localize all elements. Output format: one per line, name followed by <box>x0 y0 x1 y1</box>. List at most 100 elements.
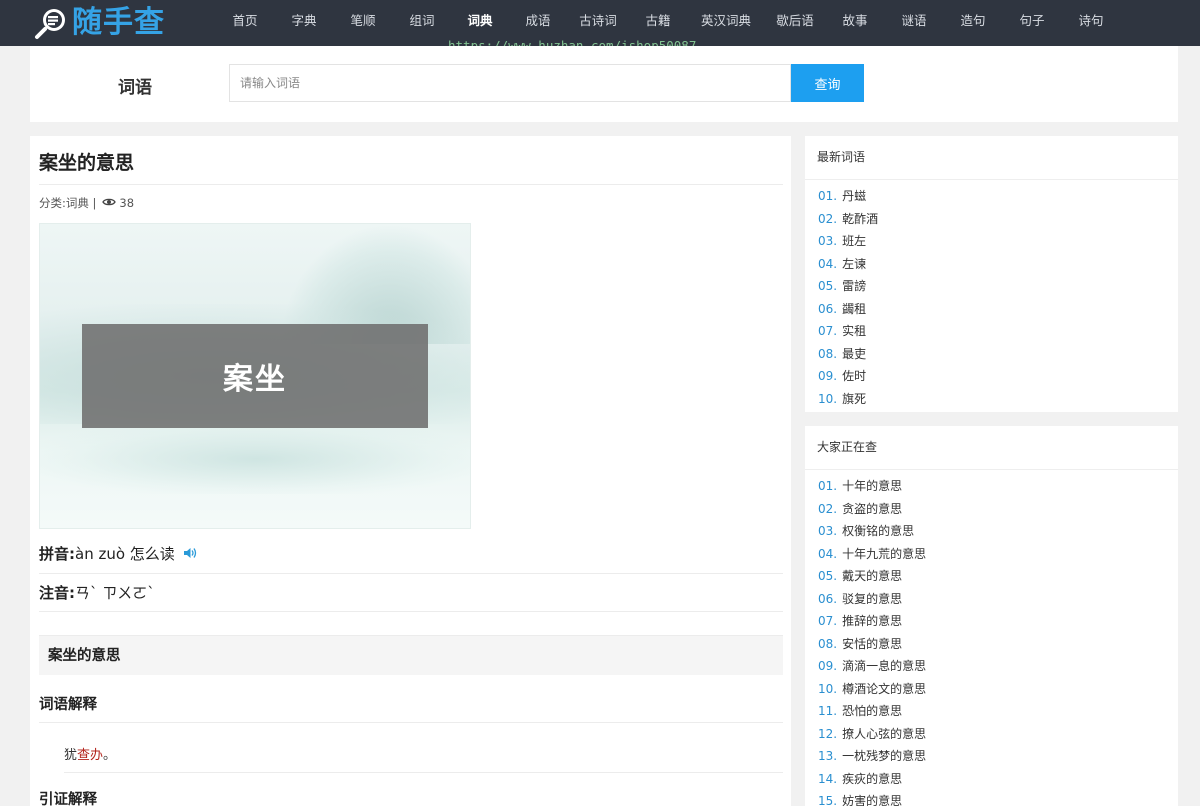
list-item-text: 滴滴一息的意思 <box>842 659 927 673</box>
nav-item[interactable]: 英汉词典 <box>687 0 765 46</box>
list-item-text: 贪盗的意思 <box>842 501 903 516</box>
list-item-number: 13. <box>818 749 838 763</box>
list-item[interactable]: 07. 推辞的意思 <box>805 610 1178 633</box>
list-item[interactable]: 06. 驳复的意思 <box>805 588 1178 611</box>
nav-item[interactable]: 歇后语 <box>765 0 825 46</box>
list-item-number: 15. <box>818 794 838 806</box>
list-item-text: 一枕残梦的意思 <box>842 749 927 763</box>
category-label: 分类:词典 | <box>39 196 97 210</box>
popular-searches-panel: 大家正在查 01. 十年的意思 02. 贪盗的意思 03. 权衡铭的意思 04. 十年九荒的意… <box>805 426 1178 806</box>
search-label: 词语 <box>118 78 152 98</box>
list-item-text: 妨害的意思 <box>842 794 903 806</box>
list-item[interactable]: 06. 蠲租 <box>805 298 1178 321</box>
search-panel: 词语 查询 <box>30 46 1178 122</box>
nav-item[interactable]: 首页 <box>215 0 275 46</box>
list-item[interactable]: 05. 雷謗 <box>805 275 1178 298</box>
definition-prefix: 犹 <box>64 748 78 763</box>
nav-item[interactable]: 笔顺 <box>333 0 393 46</box>
list-item-text: 实租 <box>842 324 867 338</box>
list-item-text: 丹螆 <box>842 189 867 203</box>
popular-searches-title: 大家正在查 <box>805 426 1178 470</box>
hero-word: 案坐 <box>223 362 287 397</box>
divider <box>39 722 783 723</box>
latest-words-panel: 最新词语 01. 丹螆 02. 乾酢酒 03. 班左 04. 左谏 05. 雷謗 06. 蠲租 07. 实… <box>805 136 1178 412</box>
list-item-number: 02. <box>818 211 838 226</box>
list-item[interactable]: 02. 乾酢酒 <box>805 208 1178 231</box>
divider <box>39 184 783 185</box>
list-item[interactable]: 15. 妨害的意思 <box>805 790 1178 806</box>
list-item[interactable]: 01. 十年的意思 <box>805 475 1178 498</box>
divider <box>64 772 783 773</box>
list-item[interactable]: 10. 旗死 <box>805 388 1178 411</box>
article-meta: 分类:词典 | 38 <box>39 195 134 211</box>
pinyin-label: 拼音: <box>39 545 75 563</box>
list-item-text: 蠲租 <box>842 301 867 316</box>
list-item[interactable]: 04. 十年九荒的意思 <box>805 543 1178 566</box>
list-item-text: 十年九荒的意思 <box>842 546 927 561</box>
list-item[interactable]: 12. 撩人心弦的意思 <box>805 723 1178 746</box>
list-item-text: 旗死 <box>842 391 867 406</box>
list-item-text: 戴天的意思 <box>842 569 903 583</box>
list-item[interactable]: 01. 丹螆 <box>805 185 1178 208</box>
list-item-number: 05. <box>818 569 838 583</box>
explain-title: 词语解释 <box>39 697 97 713</box>
list-item[interactable]: 09. 滴滴一息的意思 <box>805 655 1178 678</box>
list-item-number: 10. <box>818 391 838 406</box>
list-item-text: 权衡铭的意思 <box>842 524 915 538</box>
list-item[interactable]: 09. 佐时 <box>805 365 1178 388</box>
nav-item[interactable]: 句子 <box>1003 0 1061 46</box>
list-item-number: 01. <box>818 189 838 203</box>
latest-words-list: 01. 丹螆 02. 乾酢酒 03. 班左 04. 左谏 05. 雷謗 06. 蠲租 07. 实租 08. 最… <box>805 180 1178 410</box>
nav-item[interactable]: 字典 <box>275 0 333 46</box>
list-item[interactable]: 02. 贪盗的意思 <box>805 498 1178 521</box>
list-item[interactable]: 07. 实租 <box>805 320 1178 343</box>
list-item-text: 安恬的意思 <box>842 636 903 651</box>
speaker-icon[interactable] <box>183 545 197 563</box>
list-item-number: 07. <box>818 614 838 628</box>
page-title: 案坐的意思 <box>39 152 135 174</box>
list-item-number: 14. <box>818 771 838 786</box>
list-item-text: 佐时 <box>842 369 867 383</box>
list-item-number: 09. <box>818 369 838 383</box>
list-item-text: 推辞的意思 <box>842 614 903 628</box>
list-item-text: 最吏 <box>842 346 867 361</box>
list-item-number: 02. <box>818 501 838 516</box>
logo-text: 随手查 <box>72 5 165 40</box>
list-item-number: 12. <box>818 726 838 741</box>
list-item[interactable]: 04. 左谏 <box>805 253 1178 276</box>
landscape-decoration <box>40 424 470 494</box>
nav-item[interactable]: 谜语 <box>885 0 943 46</box>
nav-item[interactable]: 组词 <box>393 0 451 46</box>
list-item[interactable]: 08. 安恬的意思 <box>805 633 1178 656</box>
definition-suffix: 。 <box>103 748 117 763</box>
list-item-number: 08. <box>818 636 838 651</box>
word-hero-image: 案坐 <box>39 223 471 529</box>
zhuyin-row: 注音: ㄢˋ ㄗㄨㄛˋ <box>39 582 783 603</box>
list-item-text: 左谏 <box>842 256 867 271</box>
list-item[interactable]: 11. 恐怕的意思 <box>805 700 1178 723</box>
nav-item[interactable]: 故事 <box>825 0 885 46</box>
nav-item[interactable]: 造句 <box>943 0 1003 46</box>
nav-item[interactable]: 诗句 <box>1061 0 1121 46</box>
hero-word-box: 案坐 <box>82 324 428 428</box>
list-item[interactable]: 10. 樽酒论文的意思 <box>805 678 1178 701</box>
search-button[interactable]: 查询 <box>791 64 864 102</box>
list-item[interactable]: 05. 戴天的意思 <box>805 565 1178 588</box>
search-input[interactable] <box>229 64 791 102</box>
list-item-text: 雷謗 <box>842 279 867 293</box>
definition-link[interactable]: 查办 <box>77 748 103 763</box>
list-item[interactable]: 14. 疾疢的意思 <box>805 768 1178 791</box>
zhuyin-label: 注音: <box>39 584 75 602</box>
list-item-text: 乾酢酒 <box>842 211 879 226</box>
list-item[interactable]: 08. 最吏 <box>805 343 1178 366</box>
zhuyin-value: ㄢˋ ㄗㄨㄛˋ <box>75 584 155 602</box>
list-item-number: 03. <box>818 234 838 248</box>
site-logo[interactable]: 随手查 <box>34 5 165 41</box>
latest-words-title: 最新词语 <box>805 136 1178 180</box>
list-item-text: 十年的意思 <box>842 479 903 493</box>
list-item[interactable]: 03. 权衡铭的意思 <box>805 520 1178 543</box>
citation-title: 引证解释 <box>39 792 97 806</box>
list-item[interactable]: 03. 班左 <box>805 230 1178 253</box>
list-item[interactable]: 13. 一枕残梦的意思 <box>805 745 1178 768</box>
list-item-number: 04. <box>818 546 838 561</box>
